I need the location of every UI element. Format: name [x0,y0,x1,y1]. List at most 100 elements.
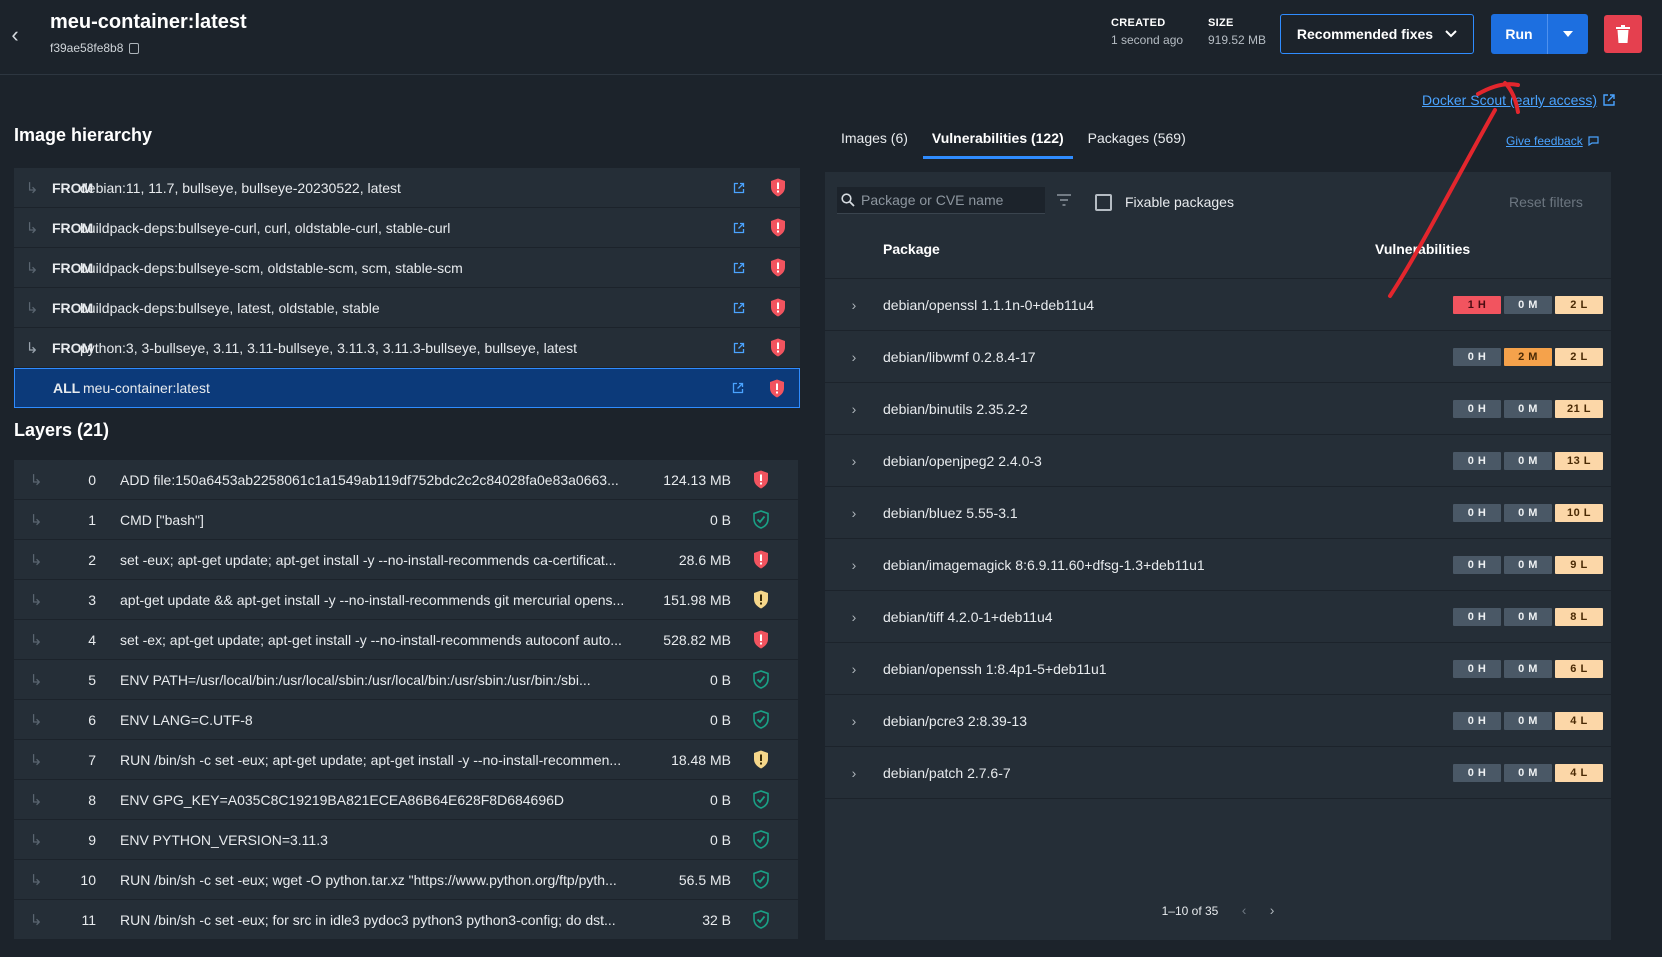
vulnerability-row[interactable]: › debian/binutils 2.35.2-2 0 H0 M 21 L [825,382,1611,434]
reset-filters-button[interactable]: Reset filters [1509,194,1583,210]
image-hierarchy-title: Image hierarchy [14,125,153,145]
layer-row[interactable]: ↳ 7 RUN /bin/sh -c set -eux; apt-get updat… [14,740,798,780]
shield-check-icon [741,870,781,889]
run-label: Run [1491,14,1548,54]
chevron-right-icon[interactable]: › [825,609,883,625]
chevron-right-icon[interactable]: › [825,297,883,313]
medium-count-badge: 0 M [1504,711,1552,730]
tab-images[interactable]: Images (6) [832,126,917,159]
chevron-right-icon[interactable]: › [825,661,883,677]
fixable-packages-checkbox[interactable] [1095,194,1112,211]
medium-count-badge: 0 M [1504,295,1552,314]
layer-row[interactable]: ↳ 11 RUN /bin/sh -c set -eux; for src in i… [14,900,798,940]
layer-row[interactable]: ↳ 3 apt-get update && apt-get install -y -… [14,580,798,620]
vulnerability-row[interactable]: › debian/imagemagick 8:6.9.11.60+dfsg-1.3… [825,538,1611,590]
open-external-icon[interactable] [721,382,755,394]
back-chevron-icon[interactable]: ‹ [4,22,26,48]
delete-button[interactable] [1604,15,1642,53]
recommended-fixes-button[interactable]: Recommended fixes [1280,14,1474,54]
open-external-icon[interactable] [722,182,756,194]
low-count-badge: 21 L [1555,399,1603,418]
chevron-right-icon[interactable]: › [825,713,883,729]
layer-size: 0 B [709,711,731,728]
layer-command: CMD ["bash"] [120,511,204,528]
hierarchy-row[interactable]: ↳ FROM buildpack-deps:bullseye-curl, curl,… [14,208,800,248]
layer-row[interactable]: ↳ 1 CMD ["bash"] 0 B [14,500,798,540]
vulnerabilities-panel: Fixable packages Reset filters Package V… [825,172,1611,940]
vulnerability-row[interactable]: › debian/openssl 1.1.1n-0+deb11u4 1 H0 M2 … [825,278,1611,330]
layer-row[interactable]: ↳ 6 ENV LANG=C.UTF-8 0 B [14,700,798,740]
docker-scout-link-text[interactable]: Docker Scout (early access) [1422,92,1597,108]
layer-arrow-icon: ↳ [29,471,43,489]
severity-badges: 0 H0 M 13 L [1453,451,1603,470]
chevron-right-icon[interactable]: › [825,505,883,521]
vulnerability-row[interactable]: › debian/tiff 4.2.0-1+deb11u4 0 H0 M8 L [825,590,1611,642]
chevron-right-icon[interactable]: › [825,401,883,417]
filter-icon[interactable] [1057,194,1071,206]
hierarchy-row[interactable]: ↳ FROM debian:11, 11.7, bullseye, bullseye… [14,168,800,208]
layer-row[interactable]: ↳ 4 set -ex; apt-get update; apt-get insta… [14,620,798,660]
vulnerability-row[interactable]: › debian/libwmf 0.2.8.4-17 0 H2 M2 L [825,330,1611,382]
vulnerability-row[interactable]: › debian/bluez 5.55-3.1 0 H0 M 10 L [825,486,1611,538]
vulnerability-row[interactable]: › debian/openjpeg2 2.4.0-3 0 H0 M 13 L [825,434,1611,486]
chevron-right-icon[interactable]: › [825,765,883,781]
vulnerability-row[interactable]: › debian/patch 2.7.6-7 0 H0 M4 L [825,746,1611,798]
search-field[interactable] [837,187,1045,214]
shield-check-icon [741,670,781,689]
previous-page-icon[interactable]: ‹ [1242,902,1247,918]
size-label: SIZE [1208,17,1234,29]
hierarchy-row[interactable]: ↳ FROM buildpack-deps:bullseye, latest, ol… [14,288,800,328]
hierarchy-image-name: debian:11, 11.7, bullseye, bullseye-2023… [80,179,401,196]
hierarchy-row[interactable]: ALL meu-container:latest [14,368,800,408]
medium-count-badge: 0 M [1504,763,1552,782]
chevron-right-icon[interactable]: › [825,349,883,365]
docker-scout-link[interactable]: Docker Scout (early access) [1422,92,1615,108]
layer-command: RUN /bin/sh -c set -eux; apt-get update;… [120,751,622,768]
low-count-badge: 10 L [1555,503,1603,522]
run-button[interactable]: Run [1491,14,1588,54]
layer-row[interactable]: ↳ 10 RUN /bin/sh -c set -eux; wget -O pyth… [14,860,798,900]
low-count-badge: 13 L [1555,451,1603,470]
size-meta: SIZE 919.52 MB [1208,17,1266,47]
severity-badges: 0 H2 M2 L [1453,347,1603,366]
vulnerability-row[interactable]: › debian/pcre3 2:8.39-13 0 H0 M4 L [825,694,1611,746]
hierarchy-keyword: FROM [52,339,94,356]
tab-packages[interactable]: Packages (569) [1079,126,1195,159]
layer-row[interactable]: ↳ 2 set -eux; apt-get update; apt-get inst… [14,540,798,580]
severity-badges: 0 H0 M4 L [1453,711,1603,730]
give-feedback-text[interactable]: Give feedback [1506,134,1583,148]
open-external-icon[interactable] [722,222,756,234]
fixable-packages-label[interactable]: Fixable packages [1125,194,1234,210]
chevron-right-icon[interactable]: › [825,557,883,573]
hierarchy-row[interactable]: ↳ FROM buildpack-deps:bullseye-scm, oldsta… [14,248,800,288]
medium-count-badge: 0 M [1504,659,1552,678]
chevron-right-icon[interactable]: › [825,453,883,469]
run-options-dropdown[interactable] [1548,14,1588,54]
layer-row[interactable]: ↳ 0 ADD file:150a6453ab2258061c1a1549ab119… [14,460,798,500]
layer-command: ENV PYTHON_VERSION=3.11.3 [120,831,328,848]
layer-arrow-icon: ↳ [29,831,43,849]
layer-row[interactable]: ↳ 9 ENV PYTHON_VERSION=3.11.3 0 B [14,820,798,860]
copy-icon[interactable] [129,42,140,54]
layer-index: 1 [88,511,96,528]
open-external-icon[interactable] [722,342,756,354]
search-input[interactable] [861,192,1036,208]
image-title: meu-container:latest [50,11,247,33]
layer-row[interactable]: ↳ 5 ENV PATH=/usr/local/bin:/usr/local/sbi… [14,660,798,700]
layer-command: ENV GPG_KEY=A035C8C19219BA821ECEA86B64E6… [120,791,565,808]
give-feedback-link[interactable]: Give feedback [1506,134,1599,148]
low-count-badge: 4 L [1555,711,1603,730]
low-count-badge: 9 L [1555,555,1603,574]
layer-arrow-icon: ↳ [29,511,43,529]
next-page-icon[interactable]: › [1270,902,1275,918]
layer-command: ENV PATH=/usr/local/bin:/usr/local/sbin:… [120,671,591,688]
tab-vulnerabilities[interactable]: Vulnerabilities (122) [922,126,1073,159]
layer-row[interactable]: ↳ 8 ENV GPG_KEY=A035C8C19219BA821ECEA86B64… [14,780,798,820]
open-external-icon[interactable] [722,302,756,314]
hierarchy-keyword: ALL [53,380,81,396]
high-count-badge: 0 H [1453,451,1501,470]
created-value: 1 second ago [1111,33,1184,47]
vulnerability-row[interactable]: › debian/openssh 1:8.4p1-5+deb11u1 0 H0 M6… [825,642,1611,694]
open-external-icon[interactable] [722,262,756,274]
hierarchy-row[interactable]: ↳ FROM python:3, 3-bullseye, 3.11, 3.11-bu… [14,328,800,368]
